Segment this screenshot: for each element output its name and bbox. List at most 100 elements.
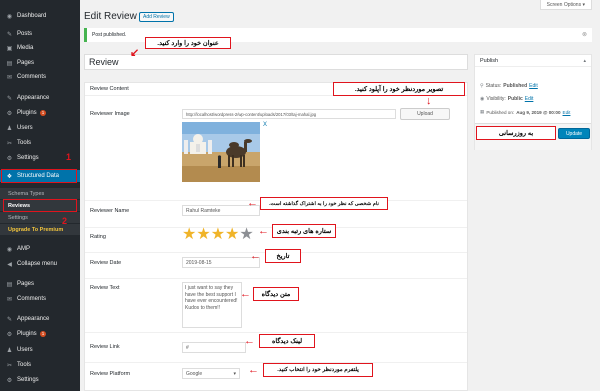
visibility-value: Public xyxy=(507,96,523,102)
sidebar-item-label: Settings xyxy=(17,377,39,383)
sidebar-item-dashboard[interactable]: ◉ Dashboard xyxy=(0,10,80,22)
reviewer-image-row: Reviewer Image http://localhost/wordpres… xyxy=(85,97,467,201)
publish-heading: Publish xyxy=(475,55,591,67)
rating-stars[interactable]: ★ ★ ★ ★ ★ xyxy=(182,227,254,243)
amp-icon: ◉ xyxy=(6,246,13,253)
add-review-button[interactable]: Add Review xyxy=(139,12,174,22)
sidebar-item-label: Plugins xyxy=(17,331,37,337)
star-icon[interactable]: ★ xyxy=(225,227,239,243)
submenu-item-upgrade-to-premium[interactable]: Upgrade To Premium xyxy=(0,224,80,235)
sidebar-item-label: Posts xyxy=(17,31,33,37)
sidebar-item-label: Users xyxy=(17,347,33,353)
sidebar-item-plugins[interactable]: ⚙ Plugins 1 xyxy=(0,328,80,340)
sidebar-item-label: Tools xyxy=(17,140,32,146)
submenu-item-settings[interactable]: Settings xyxy=(0,212,80,223)
text-annotation: متن دیدگاه xyxy=(253,287,299,301)
rating-annotation: ستاره های رتبه بندی xyxy=(272,224,336,238)
review-text-label: Review Text xyxy=(90,285,120,291)
collapse-arrow-icon[interactable]: ▴ xyxy=(583,58,586,64)
step-marker-1: 1 xyxy=(66,152,72,162)
review-date-field[interactable]: 2019-08-15 xyxy=(182,257,260,268)
sidebar-item-label: Settings xyxy=(17,155,39,161)
reviewer-name-label: Reviewer Name xyxy=(90,208,130,214)
status-edit-link[interactable]: Edit xyxy=(529,83,538,89)
sidebar-item-comments[interactable]: ✉ Comments xyxy=(0,293,80,305)
review-text-field[interactable]: I just want to say they have the best su… xyxy=(182,282,242,328)
image-url-field[interactable]: http://localhost/wordpress-2/wp-content/… xyxy=(182,109,396,119)
sidebar-item-appearance[interactable]: ✎ Appearance xyxy=(0,313,80,325)
sidebar-item-tools[interactable]: ✂ Tools xyxy=(0,359,80,371)
users-icon: ♟ xyxy=(6,125,13,132)
tools-icon: ✂ xyxy=(6,140,13,147)
pages-icon: ▤ xyxy=(6,281,13,288)
reviewer-image-label: Reviewer Image xyxy=(90,111,130,117)
status-line: ⚲ Status: Published Edit xyxy=(480,83,538,89)
sidebar-item-posts[interactable]: ✎ Posts xyxy=(0,28,80,40)
post-title-input[interactable]: Review xyxy=(84,54,468,70)
name-arrow-icon: ← xyxy=(247,197,258,209)
comments-icon: ✉ xyxy=(6,74,13,81)
pin-icon: ✎ xyxy=(6,31,13,38)
visibility-edit-link[interactable]: Edit xyxy=(525,96,534,102)
review-date-label: Review Date xyxy=(90,260,122,266)
star-icon[interactable]: ★ xyxy=(211,227,225,243)
review-platform-select[interactable]: Google ▾ xyxy=(182,368,240,379)
review-link-field[interactable]: # xyxy=(182,342,246,353)
star-icon[interactable]: ★ xyxy=(239,227,253,243)
chevron-down-icon: ▾ xyxy=(233,370,236,377)
star-icon[interactable]: ★ xyxy=(182,227,196,243)
pages-icon: ▤ xyxy=(6,60,13,67)
sidebar-item-users[interactable]: ♟ Users xyxy=(0,344,80,356)
plugins-icon: ⚙ xyxy=(6,331,13,338)
sidebar-item-label: Tools xyxy=(17,362,32,368)
screen-options-label: Screen Options ▾ xyxy=(546,1,585,8)
sidebar-item-label: Pages xyxy=(17,60,35,66)
sidebar-item-label: Comments xyxy=(17,74,47,80)
remove-image-icon[interactable]: X xyxy=(263,122,267,128)
rating-arrow-icon: ← xyxy=(258,225,269,237)
screen-options-button[interactable]: Screen Options ▾ xyxy=(539,0,592,10)
sidebar-item-users[interactable]: ♟ Users xyxy=(0,122,80,134)
date-arrow-icon: ← xyxy=(250,250,261,262)
visibility-label: Visibility: xyxy=(486,96,506,102)
sidebar-item-collapse-menu[interactable]: ◀ Collapse menu xyxy=(0,258,80,270)
dashboard-icon: ◉ xyxy=(6,13,13,20)
settings-icon: ⚙ xyxy=(6,377,13,384)
link-arrow-icon: ← xyxy=(244,335,255,347)
settings-icon: ⚙ xyxy=(6,155,13,162)
sidebar-item-pages[interactable]: ▤ Pages xyxy=(0,57,80,69)
sidebar-item-label: Appearance xyxy=(17,316,50,322)
star-icon[interactable]: ★ xyxy=(196,227,210,243)
update-button[interactable]: Update xyxy=(558,128,590,139)
update-annotation: به روزرسانی xyxy=(476,126,556,140)
admin-sidebar: ◉ Dashboard ✎ Posts ▣ Media ▤ Pages ✉ Comments ✎ Ap… xyxy=(0,0,80,391)
platform-selected-value: Google xyxy=(186,370,203,377)
comments-icon: ✉ xyxy=(6,296,13,303)
sidebar-item-pages[interactable]: ▤ Pages xyxy=(0,278,80,290)
collapse-icon: ◀ xyxy=(7,261,12,268)
sidebar-item-label: Comments xyxy=(17,296,47,302)
sidebar-item-media[interactable]: ▣ Media xyxy=(0,42,80,54)
sidebar-item-tools[interactable]: ✂ Tools xyxy=(0,137,80,149)
plugins-icon: ⚙ xyxy=(6,110,13,117)
date-annotation: تاریخ xyxy=(265,249,301,263)
sidebar-item-label: Pages xyxy=(17,281,35,287)
sidebar-item-amp[interactable]: ◉ AMP xyxy=(0,243,80,255)
submenu-item-schema-types[interactable]: Schema Types xyxy=(0,188,80,199)
appearance-icon: ✎ xyxy=(6,316,13,323)
sidebar-item-appearance[interactable]: ✎ Appearance xyxy=(0,92,80,104)
platform-arrow-icon: ← xyxy=(248,364,259,376)
sidebar-item-plugins[interactable]: ⚙ Plugins 1 xyxy=(0,107,80,119)
published-edit-link[interactable]: Edit xyxy=(563,110,571,115)
upload-button[interactable]: Upload xyxy=(400,108,450,120)
rating-label: Rating xyxy=(90,234,106,240)
sidebar-item-label: AMP xyxy=(17,246,31,252)
sidebar-item-comments[interactable]: ✉ Comments xyxy=(0,71,80,83)
sidebar-item-label: Media xyxy=(17,45,34,51)
sidebar-item-settings[interactable]: ⚙ Settings xyxy=(0,374,80,386)
name-annotation: نام شخصی که نظر خود را به اشتراک گذاشته … xyxy=(260,197,388,210)
appearance-icon: ✎ xyxy=(6,95,13,102)
status-label: Status: xyxy=(485,83,502,89)
dismiss-icon[interactable]: ⊗ xyxy=(582,31,587,38)
published-label: Published on: xyxy=(486,109,515,115)
